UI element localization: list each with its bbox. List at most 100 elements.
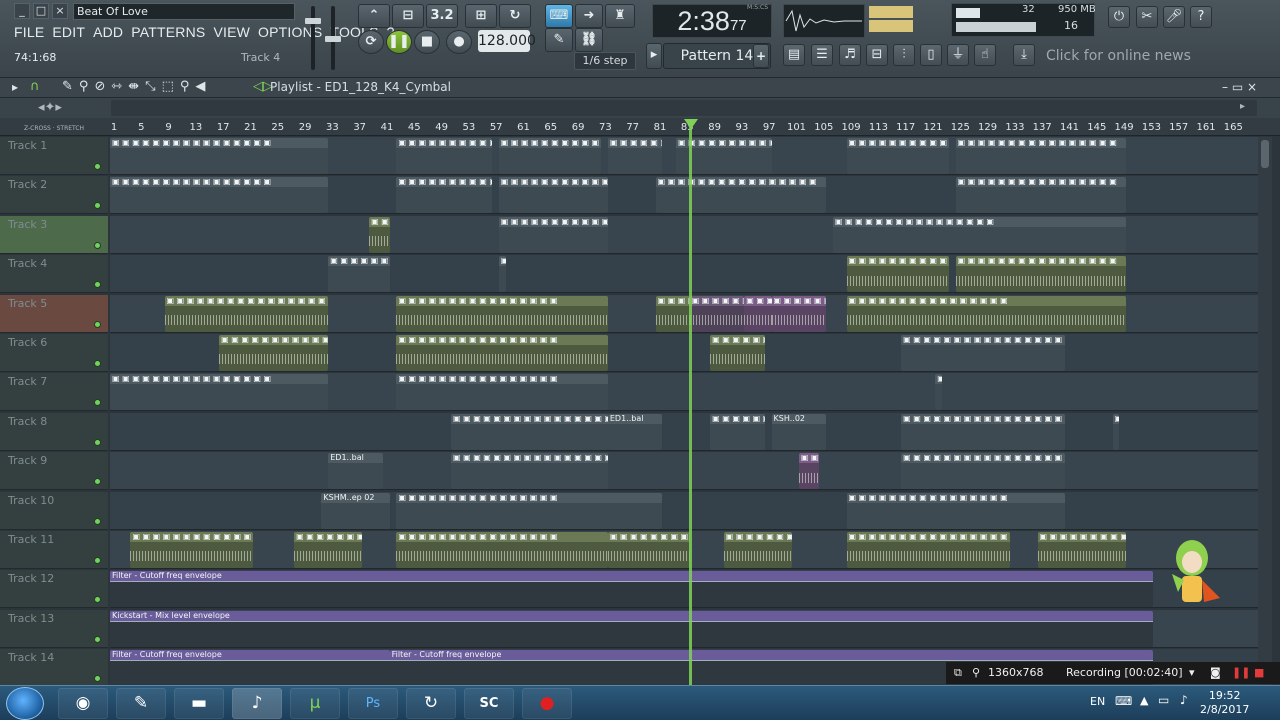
track-mute-led[interactable]: [94, 241, 101, 249]
pattern-clip[interactable]: ▣ ▣ ▣ ▣ ▣ ▣ ▣ ▣ ▣ ▣ ▣ ▣ ▣ ▣ ▣ ▣: [396, 138, 492, 174]
pattern-clip[interactable]: ▣ ▣ ▣ ▣ ▣ ▣ ▣ ▣ ▣ ▣ ▣ ▣ ▣ ▣ ▣ ▣: [396, 492, 663, 529]
magnet-icon[interactable]: ∩: [30, 79, 40, 94]
pattern-clip[interactable]: ED1..bal: [328, 453, 383, 490]
minimize-button[interactable]: _: [14, 3, 30, 19]
pattern-clip[interactable]: ▣ ▣ ▣ ▣ ▣ ▣ ▣ ▣ ▣ ▣ ▣ ▣ ▣ ▣ ▣ ▣: [498, 177, 608, 214]
playlist-menu-arrow[interactable]: ▸: [12, 80, 18, 94]
playlist-icon[interactable]: ▤: [783, 44, 805, 66]
pattern-clip[interactable]: ▣ ▣ ▣ ▣ ▣ ▣ ▣ ▣ ▣ ▣ ▣ ▣ ▣ ▣ ▣ ▣: [294, 532, 363, 568]
wait-input-button[interactable]: ⊟: [392, 4, 424, 28]
pattern-clip[interactable]: ▣ ▣ ▣ ▣ ▣ ▣ ▣ ▣ ▣ ▣ ▣ ▣ ▣ ▣ ▣ ▣: [798, 453, 820, 490]
pattern-clip[interactable]: ▣ ▣ ▣ ▣ ▣ ▣ ▣ ▣ ▣ ▣ ▣ ▣ ▣ ▣ ▣ ▣: [607, 532, 690, 568]
slip-tool-icon[interactable]: ⇼: [128, 79, 145, 94]
multilink-button[interactable]: ♜: [605, 4, 635, 28]
pattern-clip[interactable]: ▣ ▣ ▣ ▣ ▣ ▣ ▣ ▣ ▣ ▣ ▣ ▣ ▣ ▣ ▣ ▣: [396, 374, 608, 411]
track-mute-led[interactable]: [94, 281, 101, 289]
download-icon[interactable]: ⤓: [1013, 44, 1035, 66]
track-header[interactable]: Track 1: [0, 137, 108, 175]
pattern-clip[interactable]: ▣ ▣ ▣ ▣ ▣ ▣ ▣ ▣ ▣ ▣ ▣ ▣ ▣ ▣ ▣ ▣: [710, 335, 765, 371]
track-header[interactable]: Track 5: [0, 294, 108, 333]
fl-active-icon[interactable]: ♪: [232, 688, 282, 719]
track-mute-led[interactable]: [94, 517, 101, 525]
link-button[interactable]: ⛓: [575, 28, 603, 52]
track-lane[interactable]: Filter - Cutoff freq envelope: [110, 570, 1258, 609]
pattern-clip[interactable]: ▣ ▣ ▣ ▣ ▣ ▣ ▣ ▣ ▣ ▣ ▣ ▣ ▣ ▣ ▣ ▣: [607, 138, 663, 174]
playback-tool-icon[interactable]: ◀: [195, 79, 211, 94]
keyboard-icon[interactable]: ⌨: [1115, 694, 1132, 708]
menu-patterns[interactable]: PATTERNS: [131, 24, 205, 40]
track-mute-led[interactable]: [94, 360, 101, 367]
folder-icon[interactable]: ▬: [174, 688, 224, 719]
track-lane[interactable]: Kickstart - Mix level envelope: [110, 609, 1258, 648]
track-mute-led[interactable]: [94, 675, 101, 683]
pattern-clip[interactable]: ▣ ▣ ▣ ▣ ▣ ▣ ▣ ▣ ▣ ▣ ▣ ▣ ▣ ▣ ▣ ▣: [901, 453, 1065, 490]
master-volume-slider[interactable]: [305, 6, 321, 70]
zoom-tool-icon[interactable]: ⚲: [180, 79, 196, 94]
pattern-clip[interactable]: ▣ ▣ ▣ ▣ ▣ ▣ ▣ ▣ ▣ ▣ ▣ ▣ ▣ ▣ ▣ ▣: [744, 295, 772, 332]
pattern-clip[interactable]: ▣ ▣ ▣ ▣ ▣ ▣ ▣ ▣ ▣ ▣ ▣ ▣ ▣ ▣ ▣ ▣: [955, 138, 1127, 174]
pattern-clip[interactable]: ▣ ▣ ▣ ▣ ▣ ▣ ▣ ▣ ▣ ▣ ▣ ▣ ▣ ▣ ▣ ▣: [369, 216, 390, 253]
camera-icon[interactable]: ◙: [1210, 662, 1221, 684]
track-mute-led[interactable]: [94, 163, 101, 170]
microphone-icon[interactable]: 🎤︎: [1163, 6, 1185, 28]
pattern-clip[interactable]: ▣ ▣ ▣ ▣ ▣ ▣ ▣ ▣ ▣ ▣ ▣ ▣ ▣ ▣ ▣ ▣: [498, 216, 608, 253]
language-indicator[interactable]: EN: [1090, 695, 1105, 708]
automation-clip[interactable]: Filter - Cutoff freq envelope: [110, 571, 1154, 608]
track-header[interactable]: Track 9: [0, 452, 108, 491]
chrome-icon[interactable]: ◉: [58, 688, 108, 719]
pattern-clip[interactable]: ▣ ▣ ▣ ▣ ▣ ▣ ▣ ▣ ▣ ▣ ▣ ▣ ▣ ▣ ▣ ▣: [498, 256, 506, 293]
track-mute-led[interactable]: [94, 478, 101, 486]
photoshop-icon[interactable]: Ps: [348, 688, 398, 719]
pattern-prev-button[interactable]: ▸: [646, 43, 662, 69]
sc-icon[interactable]: SC: [464, 688, 514, 719]
draw-tool-icon[interactable]: ✎: [62, 79, 79, 94]
pattern-clip[interactable]: ▣ ▣ ▣ ▣ ▣ ▣ ▣ ▣ ▣ ▣ ▣ ▣ ▣ ▣ ▣ ▣: [110, 177, 329, 214]
automation-clip[interactable]: Kickstart - Mix level envelope: [110, 610, 1154, 647]
touch-icon[interactable]: ☝: [974, 44, 996, 66]
menu-file[interactable]: FILE: [14, 24, 44, 40]
track-header[interactable]: Track 4: [0, 255, 108, 294]
track-mute-led[interactable]: [94, 399, 101, 407]
pattern-clip[interactable]: ▣ ▣ ▣ ▣ ▣ ▣ ▣ ▣ ▣ ▣ ▣ ▣ ▣ ▣ ▣ ▣: [955, 177, 1127, 214]
plugin-icon[interactable]: ⏚: [947, 44, 969, 66]
maximize-button[interactable]: □: [33, 3, 49, 19]
pattern-clip[interactable]: ▣ ▣ ▣ ▣ ▣ ▣ ▣ ▣ ▣ ▣ ▣ ▣ ▣ ▣ ▣ ▣: [110, 374, 329, 411]
track-lane[interactable]: ▣ ▣ ▣ ▣ ▣ ▣ ▣ ▣ ▣ ▣ ▣ ▣ ▣ ▣ ▣ ▣ ▣ ▣ ▣ ▣ ▣…: [110, 176, 1258, 215]
track-header[interactable]: Track 3: [0, 215, 108, 254]
play-pause-button[interactable]: ❚❚: [386, 30, 412, 54]
pattern-clip[interactable]: ▣ ▣ ▣ ▣ ▣ ▣ ▣ ▣ ▣ ▣ ▣ ▣ ▣ ▣ ▣ ▣: [130, 532, 254, 568]
pattern-clip[interactable]: ▣ ▣ ▣ ▣ ▣ ▣ ▣ ▣ ▣ ▣ ▣ ▣ ▣ ▣ ▣ ▣: [396, 532, 608, 568]
loop-record-button[interactable]: ↻: [499, 4, 531, 28]
pattern-clip[interactable]: ▣ ▣ ▣ ▣ ▣ ▣ ▣ ▣ ▣ ▣ ▣ ▣ ▣ ▣ ▣ ▣: [396, 335, 608, 371]
typing-keyboard-button[interactable]: ⌨: [545, 4, 573, 28]
power-icon[interactable]: ⏻: [1108, 6, 1130, 28]
slice-tool-icon[interactable]: ⤡: [145, 79, 161, 94]
pattern-clip[interactable]: ▣ ▣ ▣ ▣ ▣ ▣ ▣ ▣ ▣ ▣ ▣ ▣ ▣ ▣ ▣ ▣: [846, 295, 1127, 332]
pattern-clip[interactable]: ED1..bal: [607, 413, 663, 450]
pattern-clip[interactable]: ▣ ▣ ▣ ▣ ▣ ▣ ▣ ▣ ▣ ▣ ▣ ▣ ▣ ▣ ▣ ▣: [689, 295, 745, 332]
pattern-clip[interactable]: ▣ ▣ ▣ ▣ ▣ ▣ ▣ ▣ ▣ ▣ ▣ ▣ ▣ ▣ ▣ ▣: [901, 413, 1065, 450]
project-icon[interactable]: ▯: [920, 44, 942, 66]
taskbar-clock[interactable]: 19:52 2/8/2017: [1200, 689, 1249, 717]
track-header[interactable]: Track 6: [0, 334, 108, 372]
step-edit-button[interactable]: ⊞: [465, 4, 497, 28]
utorrent-icon[interactable]: µ: [290, 688, 340, 719]
channel-rack-icon[interactable]: ☰: [811, 44, 833, 66]
step-forward-button[interactable]: ➜: [575, 4, 603, 28]
pattern-clip[interactable]: ▣ ▣ ▣ ▣ ▣ ▣ ▣ ▣ ▣ ▣ ▣ ▣ ▣ ▣ ▣ ▣: [396, 177, 492, 214]
track-header[interactable]: Track 8: [0, 412, 108, 451]
pattern-clip[interactable]: ▣ ▣ ▣ ▣ ▣ ▣ ▣ ▣ ▣ ▣ ▣ ▣ ▣ ▣ ▣ ▣: [655, 295, 690, 332]
pattern-clip[interactable]: ▣ ▣ ▣ ▣ ▣ ▣ ▣ ▣ ▣ ▣ ▣ ▣ ▣ ▣ ▣ ▣: [164, 295, 329, 332]
track-lane[interactable]: ▣ ▣ ▣ ▣ ▣ ▣ ▣ ▣ ▣ ▣ ▣ ▣ ▣ ▣ ▣ ▣ ▣ ▣ ▣ ▣ ▣…: [110, 294, 1258, 333]
volume-icon[interactable]: ♪: [1180, 693, 1188, 707]
vertical-scroll-thumb[interactable]: [1261, 140, 1269, 168]
automation-clip[interactable]: Filter - Cutoff freq envelope: [110, 650, 390, 687]
dropdown-icon[interactable]: ▾: [1189, 662, 1195, 684]
pattern-clip[interactable]: ▣ ▣ ▣ ▣ ▣ ▣ ▣ ▣ ▣ ▣ ▣ ▣ ▣ ▣ ▣ ▣: [955, 256, 1127, 293]
pattern-clip[interactable]: ▣ ▣ ▣ ▣ ▣ ▣ ▣ ▣ ▣ ▣ ▣ ▣ ▣ ▣ ▣ ▣: [846, 532, 1011, 568]
pattern-clip[interactable]: ▣ ▣ ▣ ▣ ▣ ▣ ▣ ▣ ▣ ▣ ▣ ▣ ▣ ▣ ▣ ▣: [723, 532, 792, 568]
add-pattern-button[interactable]: +: [753, 44, 769, 68]
track-lane[interactable]: KSHM..ep 02 ▣ ▣ ▣ ▣ ▣ ▣ ▣ ▣ ▣ ▣ ▣ ▣ ▣ ▣ ▣…: [110, 491, 1258, 530]
network-icon[interactable]: ▭: [1158, 693, 1169, 707]
pattern-clip[interactable]: KSH..02: [771, 413, 827, 450]
